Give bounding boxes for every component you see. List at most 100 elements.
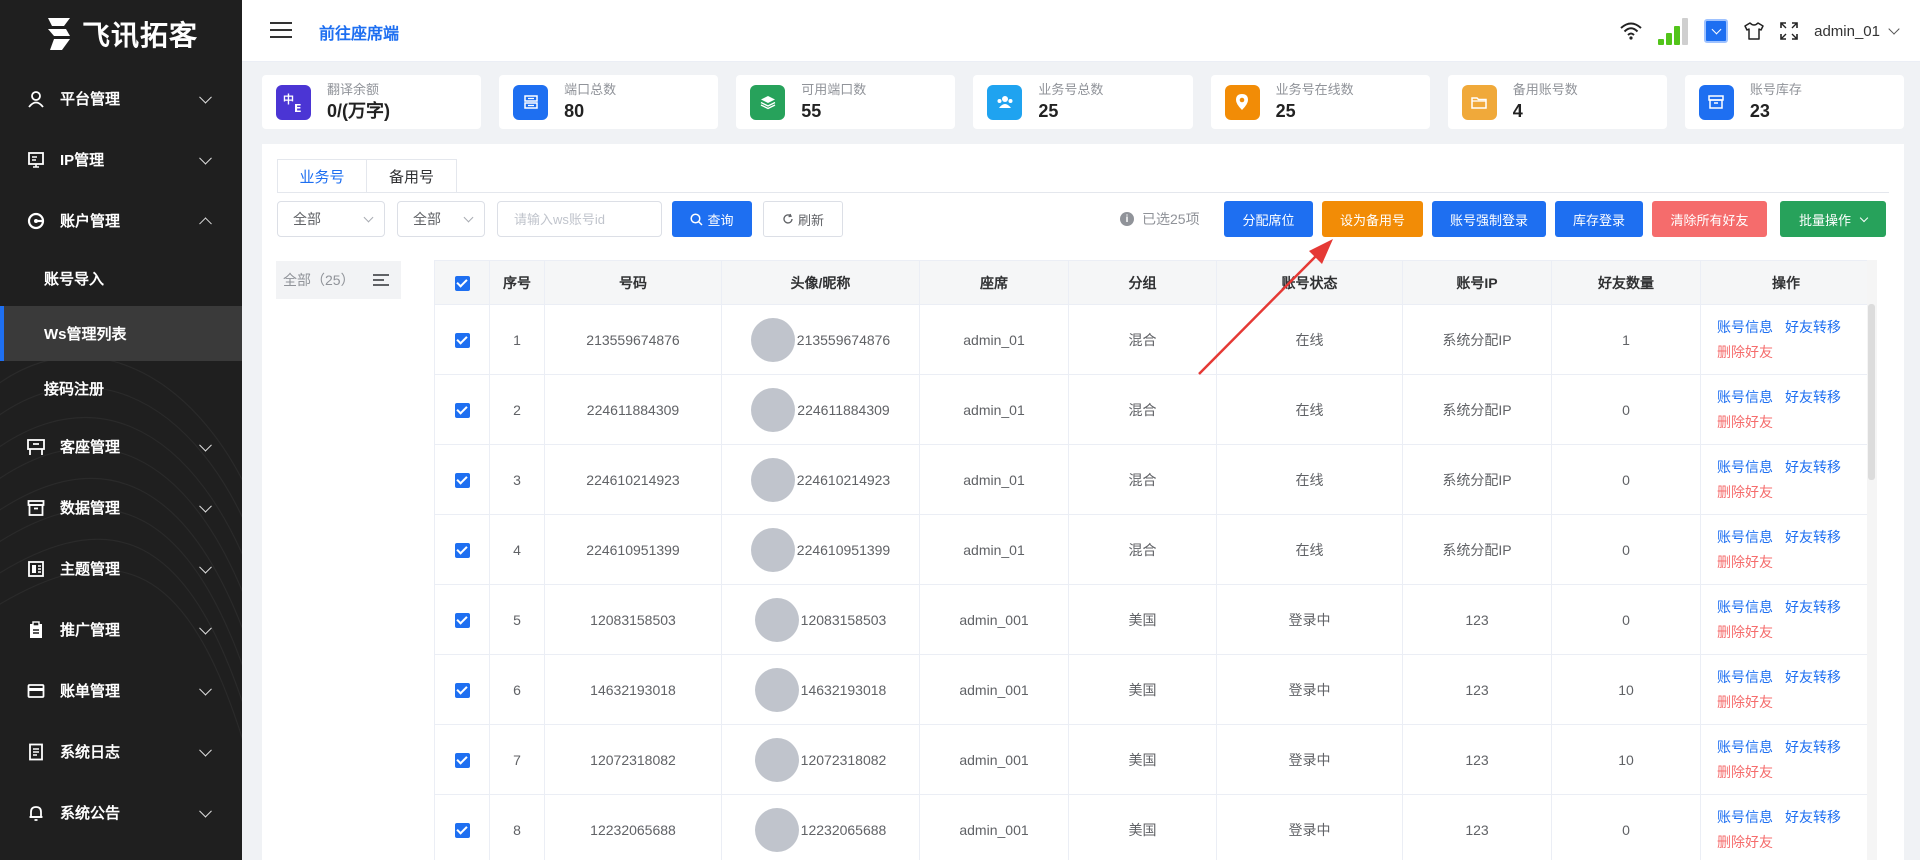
refresh-button[interactable]: 刷新 [763, 201, 843, 237]
filter-select-2[interactable]: 全部 [397, 201, 485, 237]
account-info-link[interactable]: 账号信息 [1717, 529, 1773, 545]
username[interactable]: admin_01 [1814, 23, 1880, 40]
row-nickname: 14632193018 [800, 681, 887, 698]
delete-friends-link[interactable]: 删除好友 [1717, 624, 1773, 640]
card-icon [26, 681, 46, 701]
sidebar-item-5[interactable]: 主题管理 [0, 538, 242, 599]
query-label: 查询 [707, 212, 734, 228]
menu-toggle-icon[interactable] [270, 22, 292, 40]
account-info-link[interactable]: 账号信息 [1717, 669, 1773, 685]
stat-value: 0/(万字) [327, 101, 390, 121]
delete-friends-link[interactable]: 删除好友 [1717, 694, 1773, 710]
group-filter[interactable]: 全部 （25） [276, 261, 401, 299]
set-backup-button[interactable]: 设为备用号 [1322, 201, 1423, 237]
checkbox-dropdown-icon[interactable] [1704, 19, 1729, 43]
sidebar-item-2[interactable]: 账户管理 [0, 190, 242, 251]
force-login-button[interactable]: 账号强制登录 [1432, 201, 1546, 237]
delete-friends-link[interactable]: 删除好友 [1717, 764, 1773, 780]
sidebar-item-0[interactable]: 平台管理 [0, 68, 242, 129]
assign-seat-button[interactable]: 分配席位 [1224, 201, 1313, 237]
row-checkbox[interactable] [454, 472, 470, 488]
account-info-link[interactable]: 账号信息 [1717, 739, 1773, 755]
friend-transfer-link[interactable]: 好友转移 [1785, 459, 1841, 475]
filter-select-1[interactable]: 全部 [277, 201, 385, 237]
sidebar-item-7[interactable]: 账单管理 [0, 660, 242, 721]
sidebar-item-4[interactable]: 数据管理 [0, 477, 242, 538]
friend-transfer-link[interactable]: 好友转移 [1785, 529, 1841, 545]
row-number: 12083158503 [544, 584, 722, 655]
row-operations: 账号信息 好友转移 删除好友 [1700, 514, 1872, 585]
row-checkbox[interactable] [454, 332, 470, 348]
select-all-checkbox[interactable] [454, 275, 470, 291]
friend-transfer-link[interactable]: 好友转移 [1785, 389, 1841, 405]
friend-transfer-link[interactable]: 好友转移 [1785, 319, 1841, 335]
row-ip: 系统分配IP [1402, 304, 1552, 375]
delete-friends-link[interactable]: 删除好友 [1717, 344, 1773, 360]
row-checkbox[interactable] [454, 612, 470, 628]
friend-transfer-link[interactable]: 好友转移 [1785, 599, 1841, 615]
row-select-cell [434, 374, 490, 445]
row-checkbox[interactable] [454, 542, 470, 558]
row-nickname: 12072318082 [800, 751, 887, 768]
row-checkbox[interactable] [454, 682, 470, 698]
tab-business[interactable]: 业务号 [277, 159, 367, 193]
delete-friends-link[interactable]: 删除好友 [1717, 414, 1773, 430]
friend-transfer-link[interactable]: 好友转移 [1785, 739, 1841, 755]
sidebar-item-6[interactable]: 推广管理 [0, 599, 242, 660]
account-info-link[interactable]: 账号信息 [1717, 319, 1773, 335]
row-checkbox[interactable] [454, 822, 470, 838]
account-info-link[interactable]: 账号信息 [1717, 459, 1773, 475]
delete-friends-link[interactable]: 删除好友 [1717, 834, 1773, 850]
friend-transfer-link[interactable]: 好友转移 [1785, 809, 1841, 825]
delete-friends-link[interactable]: 删除好友 [1717, 484, 1773, 500]
sidebar-item-1[interactable]: IP管理 [0, 129, 242, 190]
query-button[interactable]: 查询 [672, 201, 752, 237]
account-info-link[interactable]: 账号信息 [1717, 599, 1773, 615]
svg-text:E: E [294, 102, 302, 113]
sidebar-subitem-1[interactable]: Ws管理列表 [0, 306, 242, 361]
sidebar-item-8[interactable]: 系统日志 [0, 721, 242, 782]
account-info-link[interactable]: 账号信息 [1717, 389, 1773, 405]
row-select-cell [434, 304, 490, 375]
chevron-down-icon [199, 804, 212, 818]
list-settings-icon[interactable] [373, 274, 389, 289]
row-ip: 系统分配IP [1402, 444, 1552, 515]
row-status: 在线 [1216, 444, 1403, 515]
main-panel: 业务号 备用号 全部 全部 查询 刷新 i 已选25项 分配席位 设为备用号 账… [262, 144, 1904, 860]
row-index: 2 [489, 374, 545, 445]
sidebar-subitem-2[interactable]: 接码注册 [0, 361, 242, 416]
chevron-down-icon[interactable] [1888, 23, 1900, 35]
table-scrollbar-thumb[interactable] [1868, 304, 1875, 480]
tabs-divider [277, 192, 1889, 193]
tab-backup[interactable]: 备用号 [367, 159, 457, 193]
batch-actions-button[interactable]: 批量操作 [1780, 201, 1886, 237]
avatar [754, 737, 799, 782]
row-checkbox[interactable] [454, 752, 470, 768]
app-logo[interactable]: 飞讯拓客 [0, 0, 242, 68]
row-number: 213559674876 [544, 304, 722, 375]
sidebar-subitem-0[interactable]: 账号导入 [0, 251, 242, 306]
goto-agent-link[interactable]: 前往座席端 [319, 20, 399, 44]
delete-friends-link[interactable]: 删除好友 [1717, 554, 1773, 570]
row-checkbox[interactable] [454, 402, 470, 418]
sidebar-item-3[interactable]: 客座管理 [0, 416, 242, 477]
sidebar-item-label: 平台管理 [60, 91, 121, 108]
sidebar-item-9[interactable]: 系统公告 [0, 782, 242, 843]
row-index: 7 [489, 724, 545, 795]
row-index: 8 [489, 794, 545, 860]
row-seat: admin_001 [919, 654, 1069, 725]
stock-login-button[interactable]: 库存登录 [1555, 201, 1643, 237]
fullscreen-icon[interactable] [1780, 22, 1798, 40]
select-all-header [434, 260, 490, 305]
row-nickname: 12083158503 [800, 611, 887, 628]
info-icon: i [1120, 212, 1134, 226]
stat-value: 80 [564, 101, 585, 121]
friend-transfer-link[interactable]: 好友转移 [1785, 669, 1841, 685]
clear-friends-button[interactable]: 清除所有好友 [1652, 201, 1767, 237]
account-icon [26, 211, 46, 231]
account-info-link[interactable]: 账号信息 [1717, 809, 1773, 825]
ws-id-search-input[interactable] [497, 201, 662, 237]
row-avatar-cell: 12083158503 [721, 584, 920, 655]
row-index: 6 [489, 654, 545, 725]
shirt-icon[interactable] [1744, 22, 1764, 40]
